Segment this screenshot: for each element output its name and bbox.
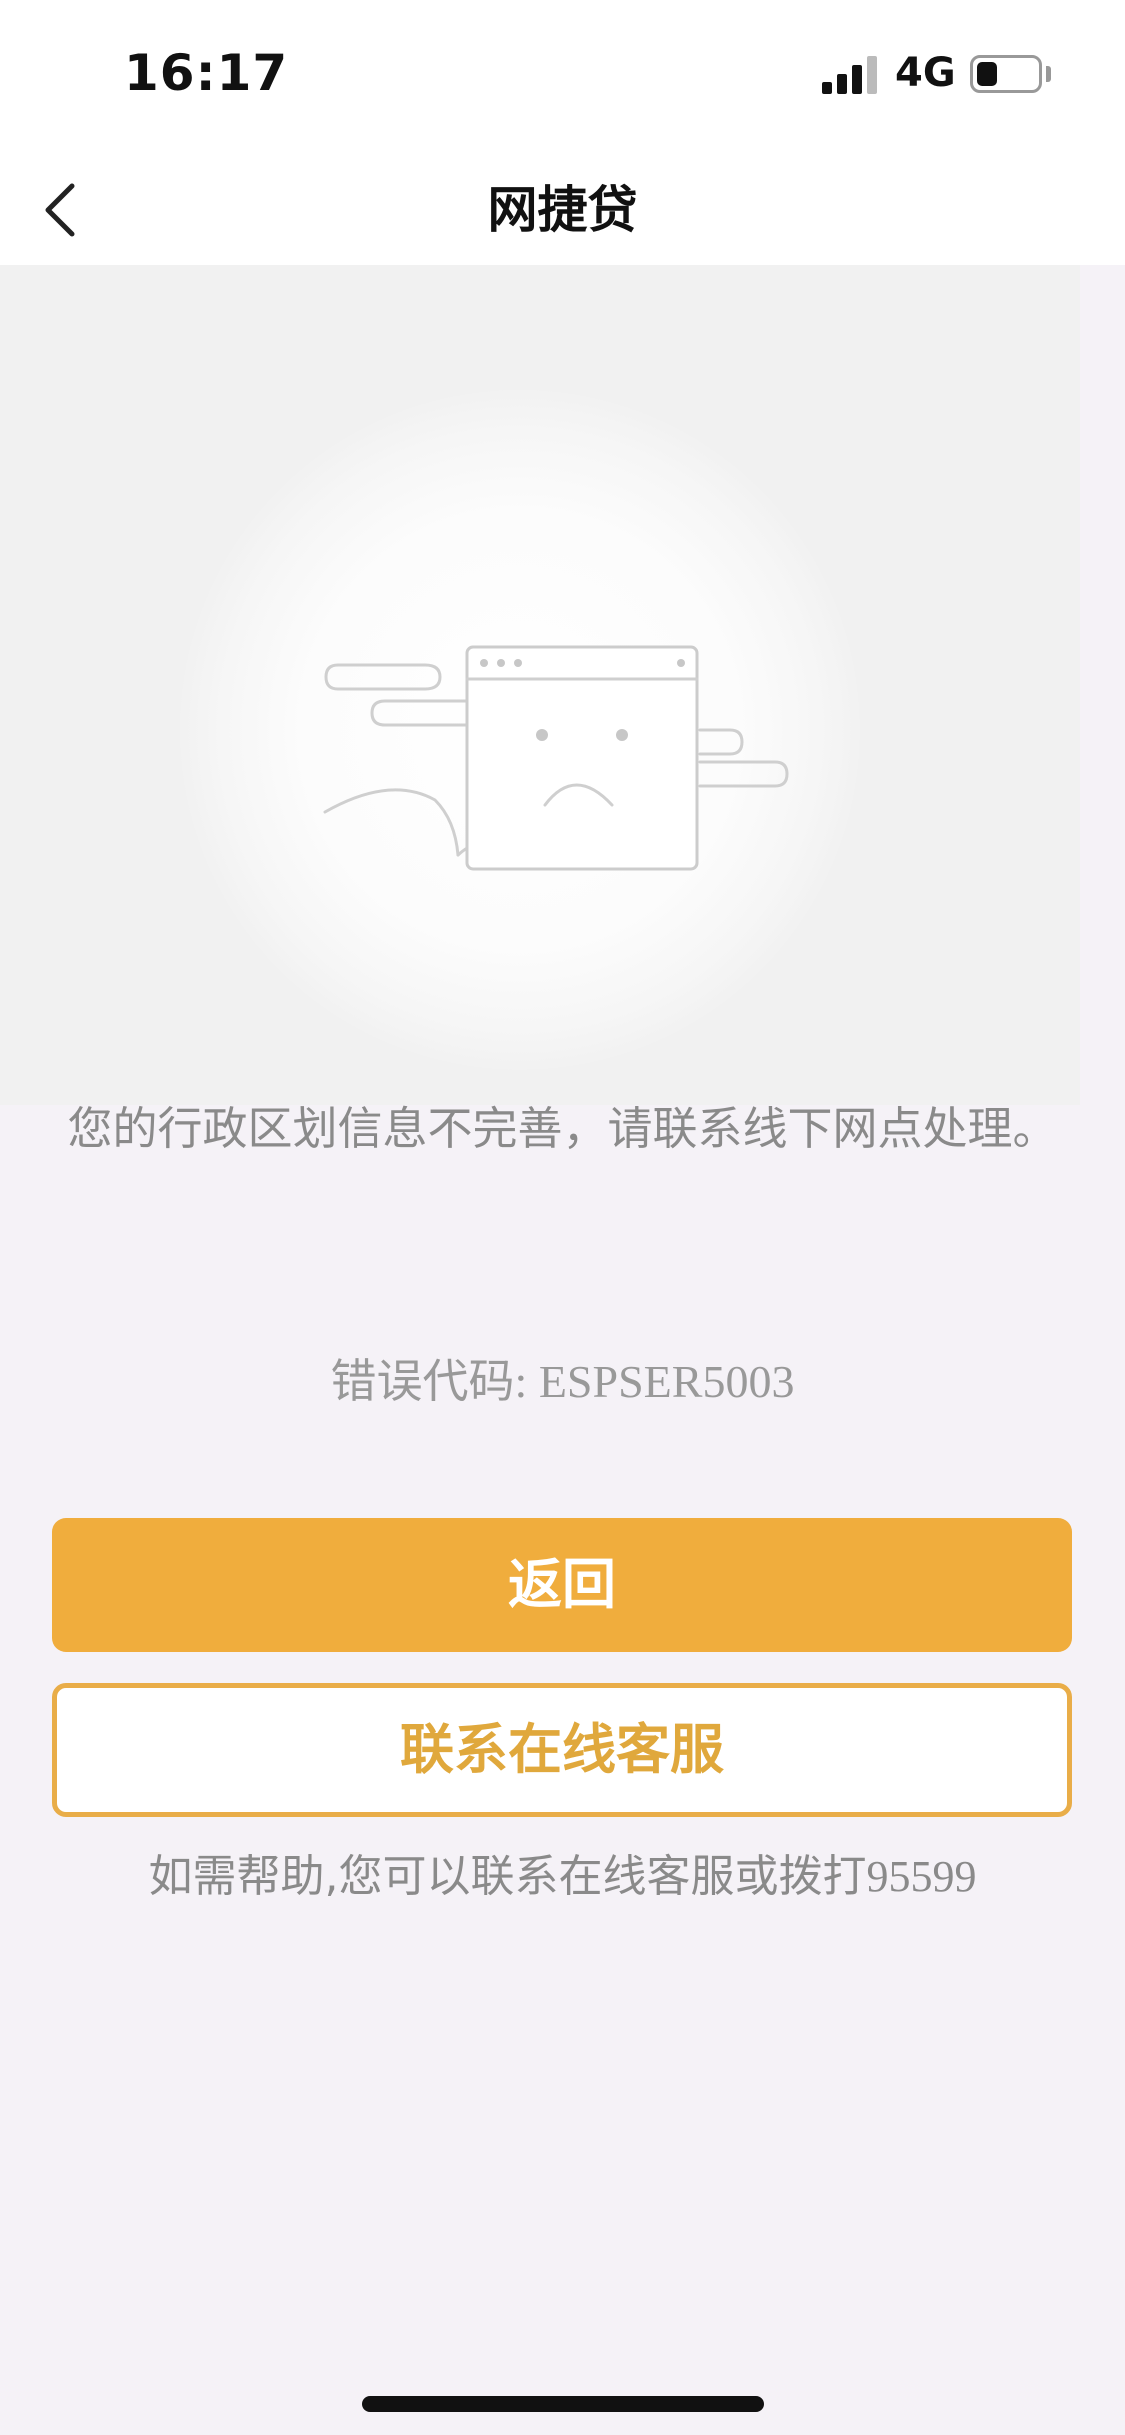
- back-return-button[interactable]: 返回: [52, 1518, 1072, 1652]
- error-code: 错误代码: ESPSER5003: [0, 1345, 1125, 1411]
- contact-online-service-button[interactable]: 联系在线客服: [52, 1683, 1072, 1817]
- battery-icon: [970, 55, 1042, 93]
- page-title: 网捷贷: [487, 181, 638, 239]
- battery-level-fill: [977, 62, 997, 86]
- status-time: 16:17: [124, 44, 289, 102]
- error-code-label: 错误代码:: [330, 1356, 539, 1407]
- error-illustration: [0, 265, 1080, 1105]
- home-indicator[interactable]: [362, 2396, 764, 2412]
- sad-browser-window-icon: [323, 645, 789, 871]
- help-phone-number[interactable]: 95599: [867, 1852, 977, 1901]
- status-bar: 16:17 4G: [0, 0, 1125, 150]
- screen: 16:17 4G 网捷贷 您的行政区划信息不完善，请联系线下网点处理。 错误代码…: [0, 0, 1125, 2435]
- help-text-label: 如需帮助,您可以联系在线客服或拨打: [148, 1851, 867, 1902]
- network-type: 4G: [895, 50, 956, 96]
- error-code-value: ESPSER5003: [538, 1356, 795, 1407]
- nav-bar: 网捷贷: [0, 150, 1125, 265]
- cellular-signal-icon: [822, 56, 878, 94]
- battery-cap: [1046, 66, 1051, 82]
- error-message: 您的行政区划信息不完善，请联系线下网点处理。: [67, 1102, 1058, 1155]
- help-text: 如需帮助,您可以联系在线客服或拨打95599: [0, 1840, 1125, 1904]
